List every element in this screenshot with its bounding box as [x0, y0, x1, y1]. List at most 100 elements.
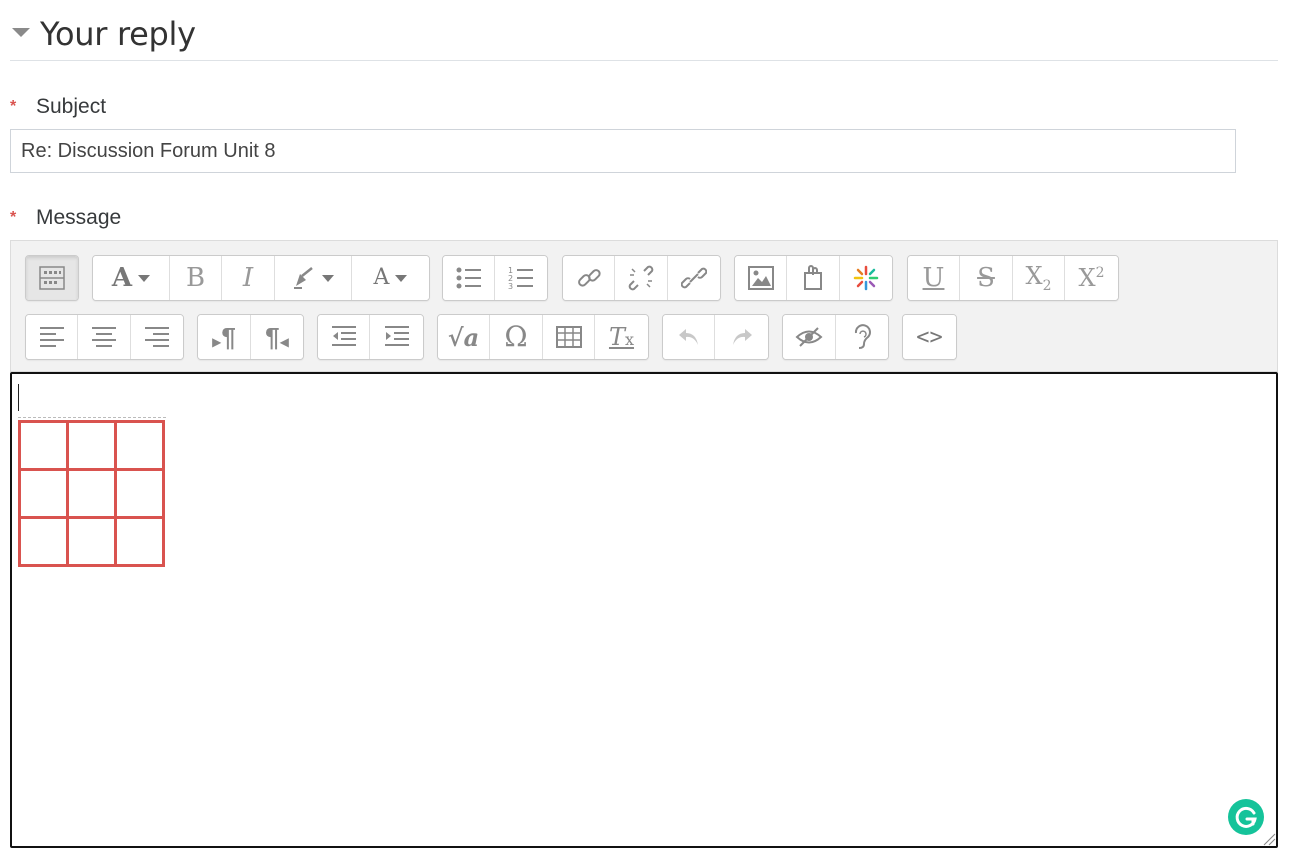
html-source-icon: <>: [916, 324, 943, 350]
bold-icon: B: [185, 263, 206, 293]
dropdown-arrow-icon: [322, 274, 334, 282]
subject-input[interactable]: [10, 129, 1236, 173]
special-character-button[interactable]: Ω: [490, 315, 543, 359]
underline-button[interactable]: U: [908, 256, 960, 300]
dropdown-arrow-icon: [138, 274, 151, 282]
link-button[interactable]: [563, 256, 615, 300]
table-cell[interactable]: [114, 420, 165, 471]
image-icon: [747, 266, 774, 290]
table-row: [18, 420, 165, 471]
clear-formatting-glyph: T: [608, 323, 625, 351]
subscript-icon: X2: [1025, 262, 1051, 294]
resize-handle-icon[interactable]: [1262, 832, 1276, 846]
align-right-icon: [145, 327, 169, 347]
table-cell[interactable]: [66, 468, 117, 519]
media-icon: [804, 265, 822, 290]
table-outline: [18, 417, 166, 418]
svg-text:3: 3: [508, 282, 513, 291]
toggle-toolbar-button[interactable]: [26, 256, 78, 300]
collapse-caret-icon[interactable]: [12, 27, 30, 37]
section-title: Your reply: [40, 15, 196, 53]
required-icon: *: [10, 209, 17, 226]
subject-label: * Subject: [10, 95, 106, 119]
toolbar-group-history: [662, 314, 769, 360]
table-cell[interactable]: [18, 516, 69, 567]
equation-button[interactable]: √a: [438, 315, 490, 359]
h5p-button[interactable]: [840, 256, 892, 300]
message-label: * Message: [10, 206, 121, 230]
ltr-glyph: ¶: [221, 321, 236, 352]
clear-formatting-button[interactable]: Tx: [595, 315, 648, 359]
table-cell[interactable]: [66, 516, 117, 567]
numbered-list-button[interactable]: 123: [495, 256, 547, 300]
accessibility-checker-button[interactable]: [783, 315, 836, 359]
image-button[interactable]: [735, 256, 787, 300]
undo-button[interactable]: [663, 315, 715, 359]
outdent-button[interactable]: [318, 315, 370, 359]
table-cell[interactable]: [114, 516, 165, 567]
align-center-icon: [92, 327, 116, 347]
align-right-button[interactable]: [131, 315, 183, 359]
table-cell[interactable]: [18, 420, 69, 471]
font-family-button[interactable]: A: [93, 256, 170, 300]
table-icon: [555, 326, 582, 348]
highlight-color-button[interactable]: [275, 256, 352, 300]
bulleted-list-icon: [456, 267, 481, 289]
subscript-index: 2: [1042, 277, 1052, 294]
ltr-button[interactable]: ▶¶: [198, 315, 251, 359]
clear-formatting-sub: x: [624, 330, 635, 349]
screenreader-helper-icon: [854, 324, 871, 349]
toolbar-group-insert: √a Ω Tx: [437, 314, 649, 360]
indent-button[interactable]: [370, 315, 423, 359]
italic-button[interactable]: I: [222, 256, 275, 300]
table-cell[interactable]: [66, 420, 117, 471]
align-left-icon: [39, 327, 64, 347]
toolbar-group-source: <>: [902, 314, 957, 360]
link-icon: [577, 269, 601, 287]
table-cell[interactable]: [114, 468, 165, 519]
toolbar-group-style: A B I A: [92, 255, 430, 301]
redo-button[interactable]: [715, 315, 768, 359]
toggle-toolbar-icon: [39, 266, 65, 290]
rtl-button[interactable]: ¶◀: [251, 315, 303, 359]
editor-table[interactable]: [18, 420, 165, 567]
toolbar-group-indent: [317, 314, 424, 360]
subscript-base: X: [1025, 262, 1043, 291]
required-icon: *: [10, 98, 17, 115]
bulleted-list-button[interactable]: [443, 256, 495, 300]
grammarly-button[interactable]: [1228, 799, 1264, 835]
highlight-color-icon: [294, 267, 313, 289]
message-editor[interactable]: [10, 372, 1278, 848]
table-cell[interactable]: [18, 468, 69, 519]
text-cursor: [18, 384, 19, 411]
manage-links-icon: [681, 267, 707, 289]
bold-button[interactable]: B: [170, 256, 222, 300]
strikethrough-button[interactable]: S: [960, 256, 1013, 300]
equation-icon: √a: [447, 322, 480, 352]
rtl-glyph: ¶: [265, 321, 280, 352]
text-color-button[interactable]: A: [352, 256, 429, 300]
section-header-your-reply[interactable]: Your reply: [10, 8, 1278, 61]
unlink-button[interactable]: [615, 256, 668, 300]
undo-icon: [678, 329, 698, 345]
media-button[interactable]: [787, 256, 840, 300]
manage-links-button[interactable]: [668, 256, 720, 300]
dropdown-arrow-icon: [395, 274, 408, 282]
html-source-button[interactable]: <>: [903, 315, 956, 359]
indent-icon: [384, 326, 409, 346]
text-color-icon: A: [373, 265, 390, 290]
superscript-button[interactable]: X2: [1065, 256, 1118, 300]
underline-icon: U: [922, 263, 945, 293]
align-center-button[interactable]: [78, 315, 131, 359]
subscript-button[interactable]: X2: [1013, 256, 1065, 300]
font-family-icon: A: [111, 263, 133, 293]
italic-icon: I: [242, 263, 254, 293]
screenreader-helper-button[interactable]: [836, 315, 888, 359]
table-button[interactable]: [543, 315, 595, 359]
grammarly-icon: [1235, 806, 1257, 828]
strikethrough-icon: S: [977, 263, 995, 293]
table-row: [18, 468, 165, 519]
special-character-icon: Ω: [504, 320, 528, 353]
align-left-button[interactable]: [26, 315, 78, 359]
h5p-icon: [853, 265, 879, 291]
